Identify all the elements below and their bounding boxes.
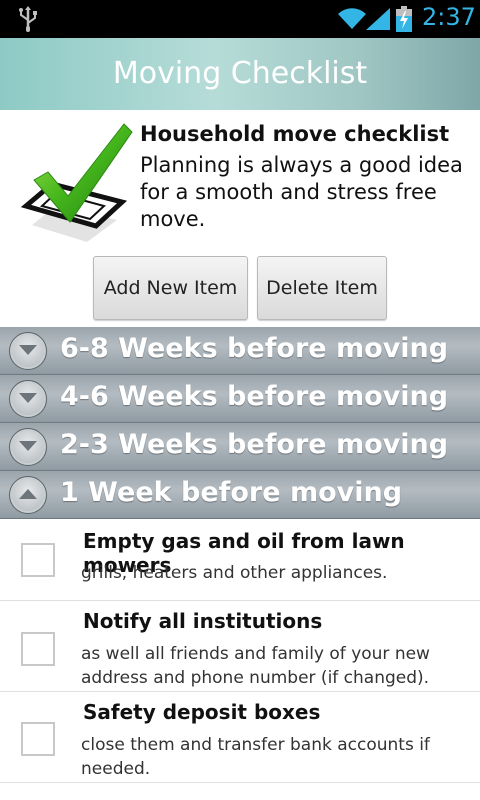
group-label: 2-3 Weeks before moving <box>60 429 449 460</box>
signal-icon <box>366 8 390 30</box>
expand-chevron-icon <box>9 428 47 466</box>
item-checkbox[interactable] <box>21 722 55 756</box>
item-description: as well all friends and family of your n… <box>81 644 430 688</box>
group-header-2-3-weeks[interactable]: 2-3 Weeks before moving <box>0 423 480 471</box>
collapse-chevron-icon <box>9 476 47 514</box>
group-header-6-8-weeks[interactable]: 6-8 Weeks before moving <box>0 327 480 375</box>
checklist-item[interactable]: Safety deposit boxes close them and tran… <box>0 692 480 783</box>
group-header-1-week[interactable]: 1 Week before moving <box>0 471 480 519</box>
wifi-icon <box>338 8 366 30</box>
group-label: 1 Week before moving <box>60 477 403 508</box>
expand-chevron-icon <box>9 380 47 418</box>
checklist-header: Household move checklist Planning is alw… <box>0 110 480 325</box>
group-label: 4-6 Weeks before moving <box>60 381 449 412</box>
clock: 2:37 <box>422 3 476 31</box>
group-label: 6-8 Weeks before moving <box>60 333 449 364</box>
header-title: Household move checklist <box>140 122 450 146</box>
app-title-bar: Moving Checklist <box>0 38 480 110</box>
item-title: Notify all institutions <box>83 609 323 633</box>
item-checkbox[interactable] <box>21 632 55 666</box>
expand-chevron-icon <box>9 332 47 370</box>
checkmark-box-icon <box>20 123 133 242</box>
checklist-item[interactable]: Empty gas and oil from lawn mowers grill… <box>0 519 480 601</box>
item-description: close them and transfer bank accounts if… <box>81 735 430 779</box>
delete-item-button[interactable]: Delete Item <box>257 256 387 320</box>
battery-charging-icon <box>396 6 412 32</box>
status-bar: 2:37 <box>0 0 480 38</box>
add-new-item-button[interactable]: Add New Item <box>93 256 248 320</box>
header-description: Planning is always a good idea for a smo… <box>140 153 463 231</box>
usb-icon <box>19 6 37 32</box>
item-checkbox[interactable] <box>21 543 55 577</box>
app-title: Moving Checklist <box>112 56 368 91</box>
checklist-item[interactable]: Notify all institutions as well all frie… <box>0 601 480 692</box>
item-description: grills, heaters and other appliances. <box>81 563 388 583</box>
group-header-4-6-weeks[interactable]: 4-6 Weeks before moving <box>0 375 480 423</box>
item-title: Safety deposit boxes <box>83 700 321 724</box>
